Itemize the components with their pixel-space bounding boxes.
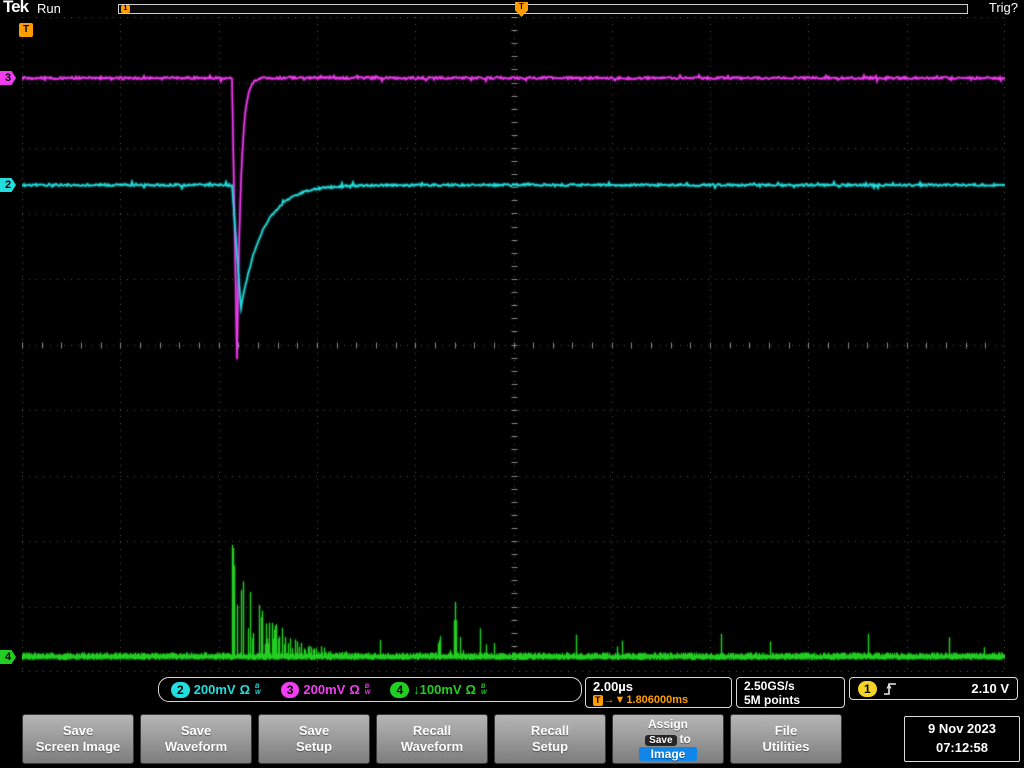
ch3-scale: 200mV xyxy=(303,682,346,697)
ch4-scale: ↓100mV xyxy=(413,682,462,697)
tek-logo: Tek xyxy=(3,0,29,16)
menu-button-save-waveform[interactable]: Save Waveform xyxy=(140,714,252,764)
trigger-status: Trig? xyxy=(988,0,1018,15)
trigger-level-value: 2.10 V xyxy=(971,681,1009,696)
record-view-bar: 1 xyxy=(118,4,968,14)
oscilloscope-screen: Tek Run 1 T Trig? T 3 2 4 2 200mV Ω BW 3… xyxy=(0,0,1024,768)
horizontal-readout: 2.00µs T →▼ 1.806000ms xyxy=(585,677,732,708)
acquisition-status: Run xyxy=(37,1,61,16)
trigger-position-marker: T xyxy=(515,2,528,17)
ch4-bandwidth-icon: BW xyxy=(480,683,487,696)
ch2-scale: 200mV xyxy=(193,682,236,697)
ch2-bandwidth-icon: BW xyxy=(255,683,261,696)
date-value: 9 Nov 2023 xyxy=(928,721,996,737)
bottom-menu: Save Screen Image Save Waveform Save Set… xyxy=(0,712,1024,768)
timebase-value: 2.00µs xyxy=(593,679,634,694)
record-expansion-marker: 1 xyxy=(121,5,130,13)
trigger-readout: 1 2.10 V xyxy=(849,677,1018,700)
menu-button-assign-save-to-image[interactable]: Assign Save to Image xyxy=(612,714,724,764)
datetime-display: 9 Nov 2023 07:12:58 xyxy=(904,716,1020,762)
channel-2-marker: 2 xyxy=(0,178,16,192)
ch4-coupling: Ω xyxy=(465,682,476,697)
menu-button-recall-setup[interactable]: Recall Setup xyxy=(494,714,606,764)
graticule xyxy=(22,17,1005,672)
trigger-source-badge: 1 xyxy=(858,680,877,697)
record-length: 5M points xyxy=(744,693,800,707)
ch3-coupling: Ω xyxy=(349,682,360,697)
ch4-badge: 4 xyxy=(390,681,410,698)
save-badge-icon: Save xyxy=(645,734,677,746)
ch3-bandwidth-icon: BW xyxy=(364,683,371,696)
menu-button-file-utilities[interactable]: File Utilities xyxy=(730,714,842,764)
channel-3-marker: 3 xyxy=(0,71,16,85)
trigger-level-marker: T xyxy=(19,23,33,37)
waveform-canvas xyxy=(22,17,1005,672)
sample-rate: 2.50GS/s xyxy=(744,679,795,693)
acquisition-readout: 2.50GS/s 5M points xyxy=(736,677,845,708)
channel-readouts: 2 200mV Ω BW 3 200mV Ω BW 4 ↓100mV Ω B W xyxy=(158,677,582,702)
menu-button-recall-waveform[interactable]: Recall Waveform xyxy=(376,714,488,764)
ch3-badge: 3 xyxy=(280,681,300,698)
delay-t-icon: T xyxy=(593,694,603,706)
menu-button-save-screen-image[interactable]: Save Screen Image xyxy=(22,714,134,764)
menu-button-save-setup[interactable]: Save Setup xyxy=(258,714,370,764)
delay-arrow-icon: →▼ xyxy=(603,694,626,706)
channel-4-marker: 4 xyxy=(0,650,16,664)
status-bar: 2 200mV Ω BW 3 200mV Ω BW 4 ↓100mV Ω B W… xyxy=(0,676,1024,710)
ch2-coupling: Ω xyxy=(239,682,251,697)
assign-target-highlight: Image xyxy=(638,746,698,761)
ch4-readout: 4 ↓100mV Ω BW xyxy=(390,681,487,698)
time-value: 07:12:58 xyxy=(935,740,989,755)
delay-value: 1.806000ms xyxy=(626,694,689,706)
delay-readout: T →▼ 1.806000ms xyxy=(593,694,724,706)
ch2-badge: 2 xyxy=(171,681,190,698)
ch3-readout: 3 200mV Ω BW xyxy=(280,681,371,698)
ch2-readout: 2 200mV Ω BW xyxy=(171,681,261,698)
rising-edge-icon xyxy=(883,682,896,695)
